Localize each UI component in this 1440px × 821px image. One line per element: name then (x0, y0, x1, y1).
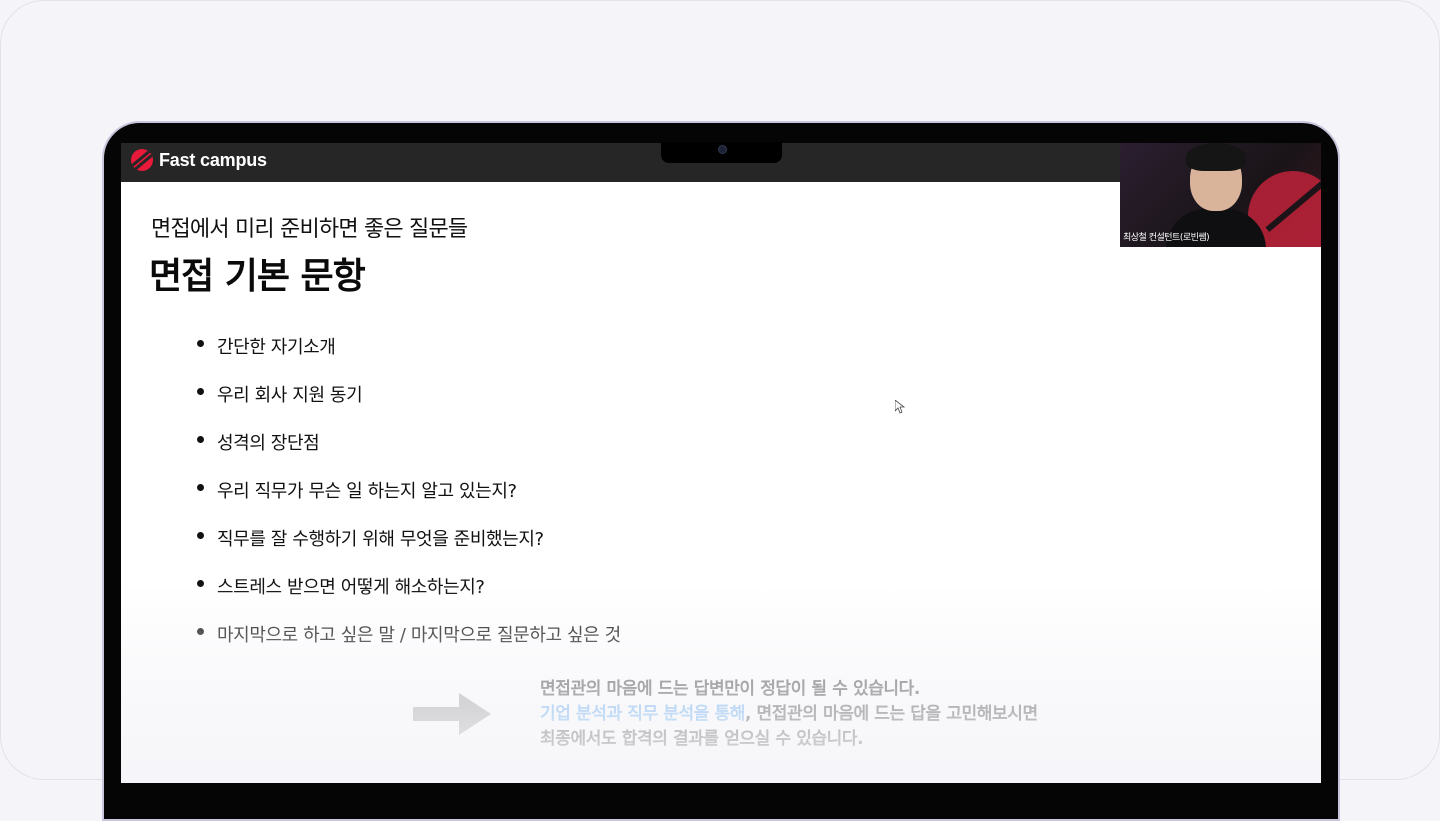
bullet-icon (197, 580, 204, 587)
mouse-cursor-icon (895, 400, 905, 414)
slide-screen: Fast campus 면접에서 미리 준비하면 좋은 질문들 면접 기본 문항… (121, 143, 1321, 783)
laptop-notch (661, 142, 782, 163)
conclusion-line-3: 최종에서도 합격의 결과를 얻으실 수 있습니다. (540, 729, 864, 749)
list-item: 간단한 자기소개 (197, 333, 621, 381)
bullet-icon (197, 340, 204, 347)
list-item: 스트레스 받으면 어떻게 해소하는지? (197, 573, 621, 621)
fastcampus-logo-icon (131, 149, 153, 171)
bullet-icon (197, 628, 204, 635)
question-list: 간단한 자기소개 우리 회사 지원 동기 성격의 장단점 우리 직무가 무슨 일… (197, 333, 621, 669)
conclusion-line-2: 기업 분석과 직무 분석을 통해, 면접관의 마음에 드는 답을 고민해보시면 (540, 704, 1038, 724)
brand-name: Fast campus (159, 149, 267, 170)
conclusion-text: 면접관의 마음에 드는 답변만이 정답이 될 수 있습니다. 기업 분석과 직무… (540, 677, 1038, 752)
slide-title: 면접 기본 문항 (149, 256, 366, 297)
bullet-icon (197, 436, 204, 443)
bullet-icon (197, 532, 204, 539)
list-item: 우리 직무가 무슨 일 하는지 알고 있는지? (197, 477, 621, 525)
bullet-icon (197, 388, 204, 395)
presenter-hair (1186, 143, 1246, 171)
brand-logo: Fast campus (131, 149, 267, 171)
list-item: 성격의 장단점 (197, 429, 621, 477)
conclusion-highlight: 기업 분석과 직무 분석을 통해 (540, 704, 745, 724)
presenter-name-label: 최상철 컨설턴트(로빈쌤) (1123, 233, 1210, 243)
bullet-icon (197, 484, 204, 491)
list-item: 마지막으로 하고 싶은 말 / 마지막으로 질문하고 싶은 것 (197, 621, 621, 669)
list-item: 직무를 잘 수행하기 위해 무엇을 준비했는지? (197, 525, 621, 573)
conclusion-line-1: 면접관의 마음에 드는 답변만이 정답이 될 수 있습니다. (540, 679, 920, 699)
camera-icon (718, 145, 727, 154)
webcam-overlay: 최상철 컨설턴트(로빈쌤) (1120, 143, 1321, 247)
list-item: 우리 회사 지원 동기 (197, 381, 621, 429)
slide-subtitle: 면접에서 미리 준비하면 좋은 질문들 (151, 217, 468, 242)
arrow-right-icon (413, 693, 491, 735)
